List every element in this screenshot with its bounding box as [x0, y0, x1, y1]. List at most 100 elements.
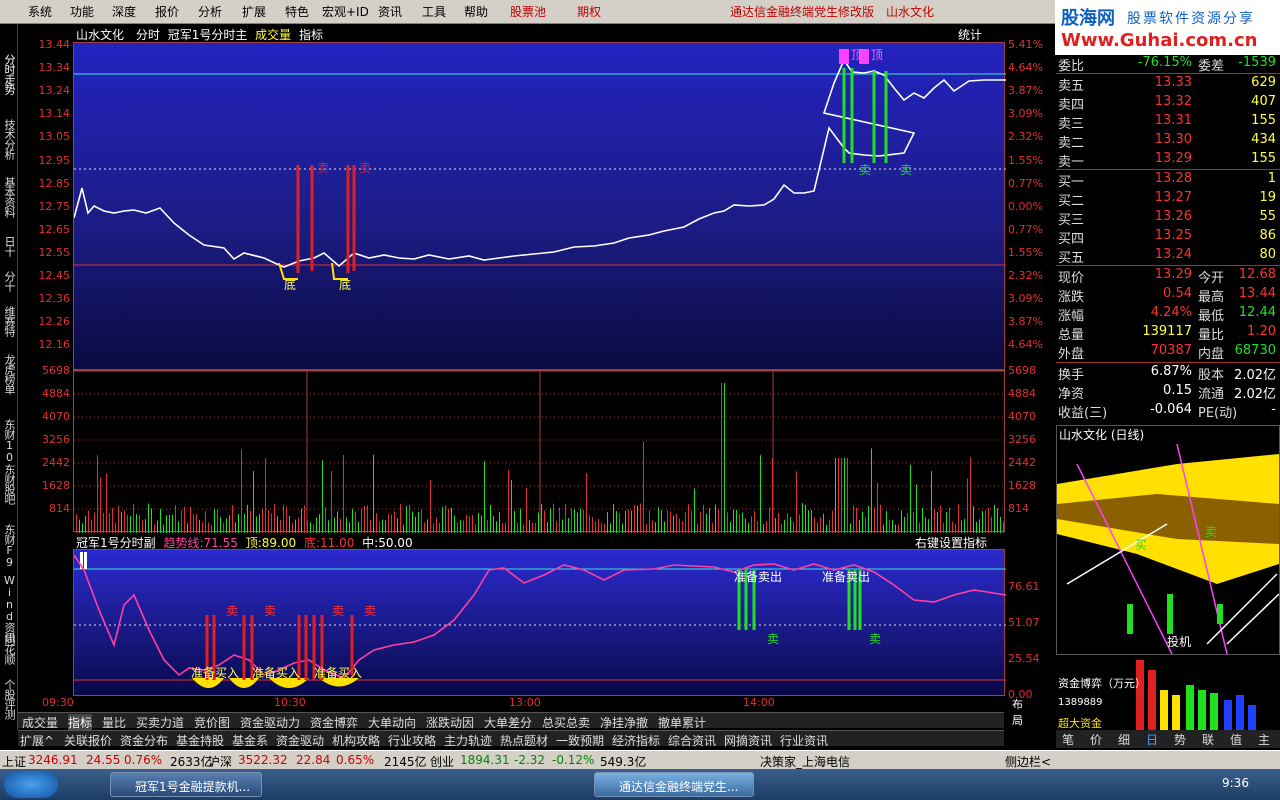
buy-level-row: 买一 13.28 1	[1056, 171, 1280, 190]
menu-extend[interactable]: 扩展	[242, 3, 266, 20]
indicator-tab[interactable]: 买卖力道	[136, 714, 184, 731]
indicator-tab[interactable]: 净挂净撤	[600, 714, 648, 731]
stat2-row-cell: 收益(三)	[1058, 406, 1108, 421]
indicator-tab[interactable]: 大单动向	[368, 714, 416, 731]
volume-bar	[388, 514, 389, 533]
volume-bar	[580, 508, 581, 533]
info-tab[interactable]: 机构攻略	[332, 732, 380, 749]
indicator-tab[interactable]: 撤单累计	[658, 714, 706, 731]
left-tab-tech[interactable]: 技术分析	[1, 119, 17, 159]
volume-chart[interactable]	[73, 370, 1006, 533]
menu-analysis[interactable]: 分析	[198, 3, 222, 20]
chart-ind-label[interactable]: 指标	[299, 28, 323, 42]
info-tab[interactable]: 经济指标	[612, 732, 660, 749]
info-tab[interactable]: 基金持股	[176, 732, 224, 749]
price-axis-label: 12.85	[38, 176, 71, 190]
level-price: 13.25	[1154, 228, 1192, 243]
left-tab-eastbar[interactable]: 东财股吧	[1, 464, 17, 504]
pct-axis-label: 4.64%	[1008, 61, 1043, 75]
sub-indicator-name[interactable]: 冠军1号分时副	[76, 536, 156, 550]
menu-news[interactable]: 资讯	[378, 3, 402, 20]
side-tab[interactable]: 值	[1230, 731, 1242, 748]
left-tab-lhb[interactable]: 龙虎榜单	[1, 354, 17, 394]
side-tab[interactable]: 主	[1258, 731, 1270, 748]
volume-bar	[304, 505, 305, 533]
indicator-tab[interactable]: 量比	[102, 714, 126, 731]
indicator-tab[interactable]: 总买总卖	[542, 714, 590, 731]
indicator-tab[interactable]: 成交量	[22, 714, 58, 731]
left-tab-review[interactable]: 个股评测	[1, 679, 17, 719]
info-tab[interactable]: 一致预期	[556, 732, 604, 749]
volume-bar	[199, 519, 200, 533]
left-tab-east10[interactable]: 东财10	[1, 419, 17, 463]
taskbar-window-2[interactable]: 通达信金融终端党生...	[594, 772, 754, 797]
volume-bar	[763, 524, 764, 533]
volume-bar	[517, 522, 518, 533]
volume-bar	[607, 512, 608, 533]
info-tab[interactable]: 主力轨迹	[444, 732, 492, 749]
indicator-tab[interactable]: 资金博弈	[310, 714, 358, 731]
volume-bar	[130, 515, 131, 533]
menu-feature[interactable]: 特色	[285, 3, 309, 20]
indicator-tab[interactable]: 指标	[68, 714, 93, 731]
left-tab-day10[interactable]: 日十	[1, 236, 17, 256]
volume-bar	[514, 511, 515, 533]
left-tab-basic[interactable]: 基本资料	[1, 177, 17, 217]
info-tab[interactable]: 资金驱动	[276, 732, 324, 749]
menu-function[interactable]: 功能	[70, 3, 94, 20]
pct-axis-label: 2.32%	[1008, 130, 1043, 144]
info-tab[interactable]: 行业攻略	[388, 732, 436, 749]
info-tab[interactable]: 热点题材	[500, 732, 548, 749]
volume-bar	[799, 514, 800, 533]
info-tab[interactable]: 基金系	[232, 732, 268, 749]
side-tab[interactable]: 细	[1118, 731, 1130, 748]
menu-system[interactable]: 系统	[28, 3, 52, 20]
intraday-price-chart[interactable]: 底 底 顶 顶 卖 卖 卖 卖	[73, 42, 1006, 370]
start-button-icon[interactable]	[4, 771, 58, 798]
info-tab[interactable]: 行业资讯	[780, 732, 828, 749]
fund-game-box[interactable]: 资金博弈（万元） 1389889 超大资金	[1056, 655, 1280, 730]
side-tab[interactable]: 势	[1174, 731, 1186, 748]
menu-help[interactable]: 帮助	[464, 3, 488, 20]
taskbar-window-1[interactable]: 冠军1号金融提款机...	[110, 772, 262, 797]
left-tab-weisaite[interactable]: 维赛特	[1, 306, 17, 336]
chart-vol-label[interactable]: 成交量	[255, 28, 291, 42]
menu-stock-pool[interactable]: 股票池	[510, 3, 546, 20]
layout-button[interactable]: 布局	[1012, 696, 1023, 728]
news-ticker[interactable]: 决策家_上海电信	[760, 753, 850, 770]
menu-options[interactable]: 期权	[577, 3, 601, 20]
info-tab[interactable]: 资金分布	[120, 732, 168, 749]
left-tab-eastf9[interactable]: 东财F9	[1, 524, 17, 568]
daily-chart-box[interactable]: 山水文化 (日线) 买 卖 投机	[1056, 425, 1280, 655]
menu-quote[interactable]: 报价	[155, 3, 179, 20]
left-tab-intraday[interactable]: 分时走势	[1, 54, 17, 94]
indicator-tab[interactable]: 资金驱动力	[240, 714, 300, 731]
left-tab-min10[interactable]: 分十	[1, 271, 17, 291]
volume-bar	[163, 524, 164, 533]
logo-slogan: 股票软件资源分享	[1127, 11, 1255, 27]
side-tab[interactable]: 联	[1202, 731, 1214, 748]
volume-bar	[325, 507, 326, 533]
menu-depth[interactable]: 深度	[112, 3, 136, 20]
sub-indicator-chart[interactable]: 准备买入 准备买入 准备买入 准备卖出 准备卖出 卖 卖 卖 卖 卖 卖	[73, 549, 1007, 696]
indicator-tab[interactable]: 竞价图	[194, 714, 230, 731]
indicator-tab[interactable]: 涨跌动因	[426, 714, 474, 731]
pct-axis-label: 5.41%	[1008, 38, 1043, 51]
side-tab[interactable]: 日	[1146, 731, 1158, 748]
left-tab-wind[interactable]: Wind资讯	[1, 574, 17, 642]
side-tab[interactable]: 笔	[1062, 731, 1074, 748]
volume-bar	[676, 513, 677, 533]
indicator-tab[interactable]: 大单差分	[484, 714, 532, 731]
pct-axis-label: 3.09%	[1008, 292, 1043, 306]
menu-macro[interactable]: 宏观+ID	[322, 3, 369, 20]
info-tab[interactable]: 关联报价	[64, 732, 112, 749]
stat-button[interactable]: 统计	[958, 26, 982, 43]
volume-bar	[367, 505, 368, 533]
left-tab-ths[interactable]: 同花顺	[1, 634, 17, 664]
info-tab[interactable]: 扩展^	[20, 732, 54, 749]
info-tab[interactable]: 综合资讯	[668, 732, 716, 749]
side-tab[interactable]: 价	[1090, 731, 1102, 748]
menu-tools[interactable]: 工具	[422, 3, 446, 20]
info-tab[interactable]: 网摘资讯	[724, 732, 772, 749]
sidebar-toggle[interactable]: 侧边栏<	[1005, 753, 1051, 770]
